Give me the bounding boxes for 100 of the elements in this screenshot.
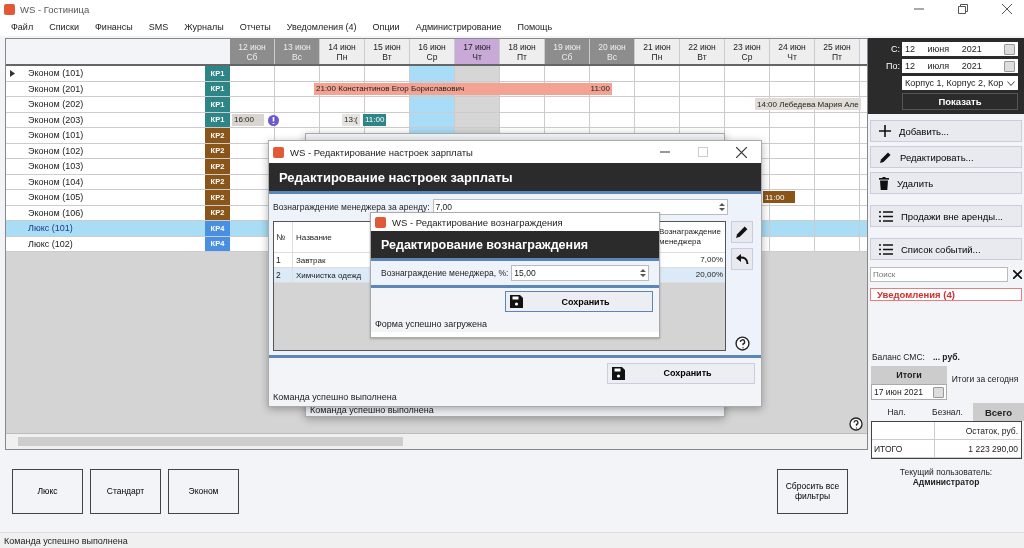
booking-bar[interactable]: 21:00 Константинов Егор Бориславович 11:00 — [314, 82, 612, 95]
day-header: 21 июн Пн — [635, 39, 680, 64]
notifications-panel[interactable]: Уведомления (4) — [870, 288, 1022, 301]
room-name[interactable]: Люкс (101) — [28, 223, 73, 234]
trash-icon — [879, 176, 889, 190]
pencil-icon — [879, 150, 892, 164]
filter-button[interactable]: Стандарт — [90, 468, 161, 514]
day-header: 15 июн Вт — [365, 39, 410, 64]
menu-item[interactable]: Списки — [49, 22, 79, 32]
search-field[interactable]: Поиск — [870, 267, 1008, 282]
table-cell-text: 7,00% — [699, 255, 724, 265]
dialog-title: WS - Редактирование настроек зарплаты — [290, 146, 473, 158]
room-name[interactable]: Эконом (104) — [28, 176, 84, 187]
chevron-down-icon — [1007, 80, 1015, 86]
reward-input[interactable]: 7,00 — [432, 199, 728, 215]
date-field[interactable]: 12 июня 2021 — [902, 42, 1018, 56]
help-icon[interactable] — [734, 336, 750, 351]
menu-item[interactable]: Помощь — [517, 22, 553, 32]
day-header: 20 июн Вс — [590, 39, 635, 64]
room-name[interactable]: Эконом (103) — [28, 161, 84, 172]
calendar-icon — [933, 386, 944, 398]
dialog-title: WS - Редактирование вознаграждения — [392, 216, 563, 228]
reset-filters-button[interactable]: Сбросить все фильтры — [777, 468, 848, 514]
booking-bar[interactable]: 11:00 — [363, 113, 387, 126]
reward-input[interactable]: 15,00 — [511, 265, 649, 281]
payment-tab[interactable]: Всего — [973, 403, 1024, 421]
sms-balance-label: Баланс СМС: — [872, 352, 925, 362]
booking-bar[interactable]: 16:00 — [232, 113, 264, 126]
action-button[interactable]: Редактировать... — [870, 146, 1022, 168]
day-header: 14 июн Пн — [320, 39, 365, 64]
date-field[interactable]: 12 июля 2021 — [902, 59, 1018, 73]
totals-today-link[interactable]: Итоги за сегодня — [947, 366, 1023, 400]
close-icon[interactable] — [736, 146, 747, 158]
room-name[interactable]: Эконом (102) — [28, 145, 84, 156]
day-header: 24 июн Чт — [770, 39, 815, 64]
list-icon — [879, 210, 893, 222]
booking-bar[interactable]: 13:( — [342, 113, 360, 126]
action-button[interactable]: Продажи вне аренды... — [870, 205, 1022, 227]
menu-item[interactable]: Финансы — [95, 22, 133, 32]
day-header: 12 июн Сб — [230, 39, 275, 64]
room-name[interactable]: Эконом (203) — [28, 114, 84, 125]
save-button[interactable]: Сохранить — [505, 291, 653, 312]
app-logo-icon — [375, 216, 386, 228]
close-icon[interactable] — [1002, 4, 1012, 14]
app-logo-icon — [273, 146, 284, 158]
menu-item[interactable]: SMS — [148, 22, 169, 32]
horizontal-scrollbar[interactable] — [6, 433, 867, 449]
day-header: 18 июн Пт — [500, 39, 545, 64]
room-name[interactable]: Эконом (101) — [28, 130, 84, 141]
app-logo-icon — [4, 3, 15, 15]
menu-item[interactable]: Уведомления (4) — [286, 22, 357, 32]
restore-icon[interactable] — [958, 4, 968, 14]
menu-item[interactable]: Журналы — [184, 22, 224, 32]
menu-item[interactable]: Опции — [372, 22, 400, 32]
sms-balance-value: ... руб. — [932, 352, 960, 362]
column-header: № — [274, 222, 293, 252]
current-user-name: Администратор — [912, 477, 980, 487]
buildings-dropdown[interactable]: Корпус 1, Корпус 2, Кор — [902, 76, 1018, 90]
status-text: Команда успешно выполнена — [310, 405, 434, 415]
booking-bar[interactable]: 14:00 Лебедева Мария Але — [755, 98, 861, 110]
room-name[interactable]: Эконом (201) — [28, 83, 84, 94]
menu-item[interactable]: Отчеты — [239, 22, 271, 32]
totals-date-field[interactable]: 17 июн 2021 — [871, 384, 947, 400]
table-cell: 2 — [274, 268, 293, 282]
clear-search-icon[interactable] — [1013, 270, 1022, 279]
action-button[interactable]: Добавить... — [870, 120, 1022, 142]
undo-icon — [735, 253, 749, 265]
calendar-icon — [1004, 43, 1015, 55]
action-button[interactable]: Удалить — [870, 172, 1022, 194]
edit-button[interactable] — [731, 221, 753, 243]
calendar-icon — [1004, 60, 1015, 72]
undo-button[interactable] — [731, 248, 753, 270]
room-name[interactable]: Люкс (102) — [28, 238, 73, 249]
day-header: 17 июн Чт — [455, 39, 500, 64]
menu-item[interactable]: Администрирование — [415, 22, 502, 32]
action-button[interactable]: Список событий... — [870, 238, 1022, 260]
save-button[interactable]: Сохранить — [607, 362, 755, 384]
payment-tab[interactable]: Безнал. — [922, 403, 973, 421]
filter-button[interactable]: Люкс — [12, 468, 83, 514]
show-button[interactable]: Показать — [902, 93, 1018, 110]
current-user-label: Текущий пользователь: — [899, 467, 993, 477]
spinner-arrows-icon — [640, 268, 646, 278]
field-label: Вознаграждение менеджера, %: — [381, 268, 509, 278]
day-header: 16 июн Ср — [410, 39, 455, 64]
totals-tab[interactable]: Итоги — [871, 366, 947, 384]
pencil-icon — [735, 225, 749, 239]
room-name[interactable]: Эконом (105) — [28, 192, 84, 203]
room-name[interactable]: Эконом (202) — [28, 99, 84, 110]
table-cell-text: 1 223 290,00 — [967, 442, 1019, 456]
menu-item[interactable]: Файл — [11, 22, 34, 32]
room-name[interactable]: Эконом (101) — [28, 68, 84, 79]
payment-tab[interactable]: Нал. — [871, 403, 922, 421]
filter-button[interactable]: Эконом — [168, 468, 239, 514]
table-cell: ИТОГО — [872, 440, 935, 457]
help-icon[interactable] — [849, 417, 863, 431]
room-name[interactable]: Эконом (106) — [28, 207, 84, 218]
status-text: Форма успешно загружена — [371, 315, 659, 332]
table-cell: Химчистка одежд — [296, 270, 362, 280]
booking-bar[interactable]: 11:00 — [763, 191, 795, 203]
column-header: Вознаграждение менеджера — [659, 227, 722, 247]
